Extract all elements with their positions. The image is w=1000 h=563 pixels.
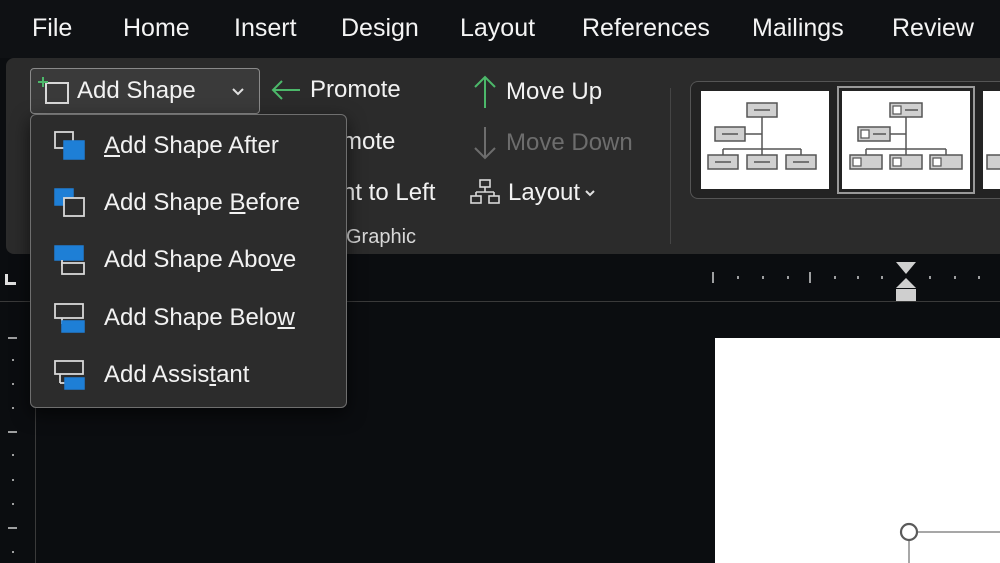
tab-layout[interactable]: Layout [460,14,535,43]
right-to-left-label: ht to Left [342,179,436,206]
add-shape-button[interactable]: Add Shape [30,68,260,114]
access-key: A [104,132,121,159]
ribbon-divider [670,88,671,244]
label-part: Add Shape Belo [104,304,278,331]
label-part: e [282,246,297,273]
right-to-left-button[interactable]: ht to Left [342,179,435,207]
add-assistant-item[interactable]: Add Assistant [31,347,346,403]
tab-file[interactable]: File [32,14,72,43]
add-shape-above-item[interactable]: Add Shape Above [31,232,346,288]
add-shape-below-icon [53,302,87,334]
demote-label: mote [342,128,396,155]
add-shape-before-item[interactable]: Add Shape Before [31,175,346,231]
tab-insert[interactable]: Insert [234,14,297,43]
tab-review[interactable]: Review [892,14,974,43]
label-part: efore [245,189,301,216]
group-label-smartart-graphic: Graphic [346,226,416,249]
move-up-button[interactable]: Move Up [472,74,602,110]
add-assistant-icon [53,359,87,391]
add-shape-above-label: Add Shape Above [104,246,296,274]
org-chart-layout-icon [470,178,500,208]
tab-home[interactable]: Home [123,14,190,43]
label-part: Add Shape [104,189,230,216]
chevron-down-icon [584,183,596,203]
add-shape-above-icon [53,244,87,276]
arrow-up-icon [472,74,498,110]
add-shape-dropdown: Add Shape After Add Shape Before Add Sha… [30,114,347,408]
move-down-label: Move Down [506,129,633,156]
indent-marker-icon[interactable] [894,256,918,302]
promote-label: Promote [310,76,401,103]
label-part: Add Shape Abo [104,246,271,273]
add-shape-label: Add Shape [77,77,196,104]
add-shape-after-label: Add Shape After [104,132,279,160]
promote-button[interactable]: Promote [270,76,401,104]
add-shape-before-label: Add Shape Before [104,189,300,217]
add-shape-after-icon [53,130,87,162]
label-part: ant [216,361,250,388]
add-shape-before-icon [53,187,87,219]
layout-label: Layout [508,179,581,206]
move-down-button[interactable]: Move Down [472,125,633,161]
layout-gallery [690,81,1000,199]
layout-thumbnail-selected[interactable] [837,86,975,194]
smartart-frame[interactable] [715,338,1000,563]
access-key: w [277,304,295,331]
layout-button[interactable]: Layout [470,178,596,208]
chevron-down-icon[interactable] [231,81,245,106]
tab-references[interactable]: References [582,14,710,43]
group-label-text: Graphic [346,226,417,248]
add-shape-after-item[interactable]: Add Shape After [31,118,346,174]
layout-thumbnail[interactable] [983,91,1000,189]
add-shape-icon [37,76,71,106]
add-shape-below-label: Add Shape Below [104,304,295,332]
add-assistant-label: Add Assistant [104,361,249,389]
move-up-label: Move Up [506,78,603,105]
access-key: v [270,246,283,273]
arrow-down-icon [472,125,498,161]
layout-thumbnail[interactable] [701,91,829,189]
arrow-left-icon [270,78,302,102]
label-part: Add Assis [104,361,210,388]
document-page[interactable] [715,338,1000,563]
access-key: B [229,189,246,216]
label-part: dd Shape After [120,132,279,159]
menu-bar: File Home Insert Design Layout Reference… [0,0,1000,58]
demote-button[interactable]: mote [342,128,395,156]
add-shape-below-item[interactable]: Add Shape Below [31,290,346,346]
tab-mailings[interactable]: Mailings [752,14,844,43]
tab-design[interactable]: Design [341,14,419,43]
